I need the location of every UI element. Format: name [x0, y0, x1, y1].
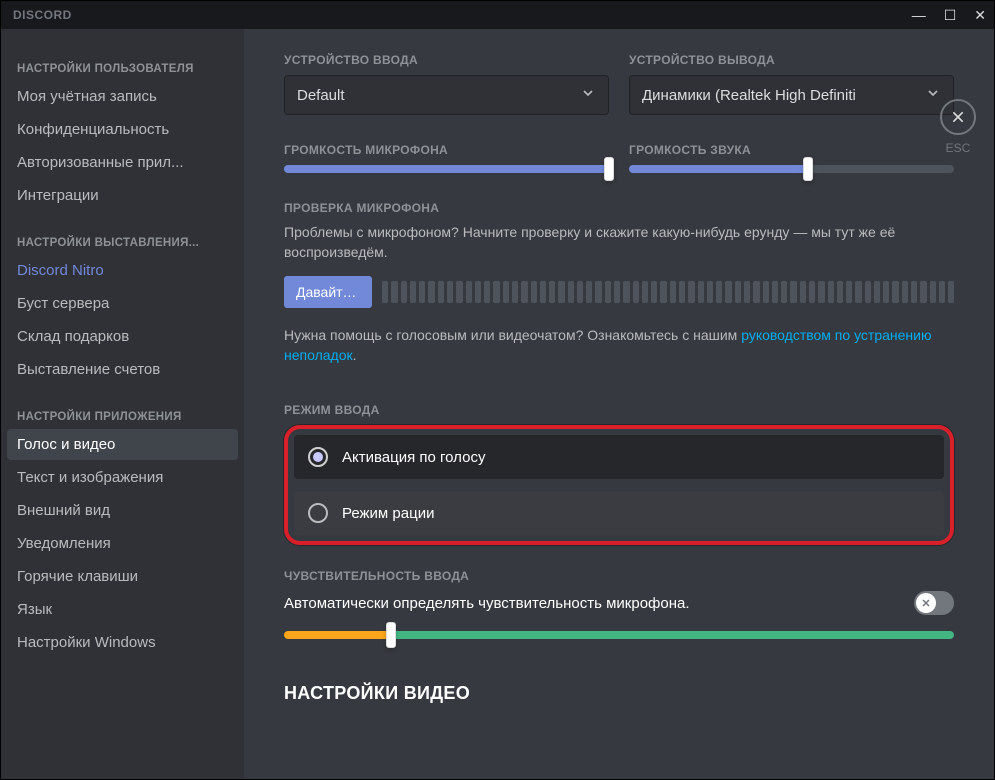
input-mode-push-to-talk[interactable]: Режим рации: [294, 491, 944, 535]
maximize-icon[interactable]: ☐: [944, 7, 957, 24]
output-device-value: Динамики (Realtek High Definiti: [642, 87, 856, 104]
input-mode-highlight: Активация по голосу Режим рации: [284, 425, 954, 545]
sidebar-header-billing: НАСТРОЙКИ ВЫСТАВЛЕНИЯ...: [7, 231, 238, 255]
esc-label: ESC: [946, 141, 971, 155]
input-device-value: Default: [297, 87, 345, 104]
chevron-down-icon: [580, 85, 596, 105]
sidebar-item-boost[interactable]: Буст сервера: [7, 288, 238, 319]
mic-test-button[interactable]: Давайте пр...: [284, 276, 372, 308]
sidebar-item-notifications[interactable]: Уведомления: [7, 528, 238, 559]
input-device-select[interactable]: Default: [284, 75, 609, 115]
input-mode-voice-label: Активация по голосу: [342, 449, 485, 466]
sidebar-item-nitro[interactable]: Discord Nitro: [7, 255, 238, 286]
auto-sensitivity-label: Автоматически определять чувствительност…: [284, 595, 690, 612]
radio-on-icon: [308, 447, 328, 467]
sensitivity-header: ЧУВСТВИТЕЛЬНОСТЬ ВВОДА: [284, 569, 954, 583]
titlebar: DISCORD — ☐ ✕: [1, 1, 994, 29]
sidebar-item-gifts[interactable]: Склад подарков: [7, 321, 238, 352]
mic-test-header: ПРОВЕРКА МИКРОФОНА: [284, 201, 954, 215]
sidebar-item-integrations[interactable]: Интеграции: [7, 180, 238, 211]
sidebar-header-user: НАСТРОЙКИ ПОЛЬЗОВАТЕЛЯ: [7, 57, 238, 81]
mic-volume-label: ГРОМКОСТЬ МИКРОФОНА: [284, 143, 609, 157]
video-settings-header: НАСТРОЙКИ ВИДЕО: [284, 683, 954, 704]
output-volume-slider[interactable]: [629, 165, 954, 173]
sidebar-item-windows[interactable]: Настройки Windows: [7, 627, 238, 658]
output-device-label: УСТРОЙСТВО ВЫВОДА: [629, 53, 954, 67]
mic-test-desc: Проблемы с микрофоном? Начните проверку …: [284, 223, 954, 262]
sidebar-item-voice-video[interactable]: Голос и видео: [7, 429, 238, 460]
input-mode-ptt-label: Режим рации: [342, 505, 434, 522]
auto-sensitivity-toggle[interactable]: [914, 591, 954, 615]
sidebar-item-authorized-apps[interactable]: Авторизованные прил...: [7, 147, 238, 178]
input-device-label: УСТРОЙСТВО ВВОДА: [284, 53, 609, 67]
sidebar-item-keybinds[interactable]: Горячие клавиши: [7, 561, 238, 592]
close-settings-button[interactable]: [940, 99, 976, 135]
settings-content: УСТРОЙСТВО ВВОДА Default УСТРОЙСТВО ВЫВО…: [244, 29, 994, 779]
settings-sidebar: НАСТРОЙКИ ПОЛЬЗОВАТЕЛЯ Моя учётная запис…: [1, 29, 244, 779]
sidebar-item-privacy[interactable]: Конфиденциальность: [7, 114, 238, 145]
radio-off-icon: [308, 503, 328, 523]
sidebar-item-language[interactable]: Язык: [7, 594, 238, 625]
voice-help-text: Нужна помощь с голосовым или видеочатом?…: [284, 326, 954, 365]
mic-volume-slider[interactable]: [284, 165, 609, 173]
toggle-off-icon: [916, 593, 936, 613]
app-brand: DISCORD: [13, 8, 72, 22]
output-volume-label: ГРОМКОСТЬ ЗВУКА: [629, 143, 954, 157]
chevron-down-icon: [925, 85, 941, 105]
input-mode-voice-activity[interactable]: Активация по голосу: [294, 435, 944, 479]
sidebar-header-app: НАСТРОЙКИ ПРИЛОЖЕНИЯ: [7, 405, 238, 429]
output-device-select[interactable]: Динамики (Realtek High Definiti: [629, 75, 954, 115]
minimize-icon[interactable]: —: [912, 7, 926, 23]
input-mode-header: РЕЖИМ ВВОДА: [284, 403, 954, 417]
sidebar-item-billing[interactable]: Выставление счетов: [7, 354, 238, 385]
sensitivity-slider[interactable]: [284, 631, 954, 639]
sidebar-item-account[interactable]: Моя учётная запись: [7, 81, 238, 112]
close-window-icon[interactable]: ✕: [974, 7, 986, 24]
mic-level-meter: [382, 281, 954, 303]
sidebar-item-text-images[interactable]: Текст и изображения: [7, 462, 238, 493]
sidebar-item-appearance[interactable]: Внешний вид: [7, 495, 238, 526]
